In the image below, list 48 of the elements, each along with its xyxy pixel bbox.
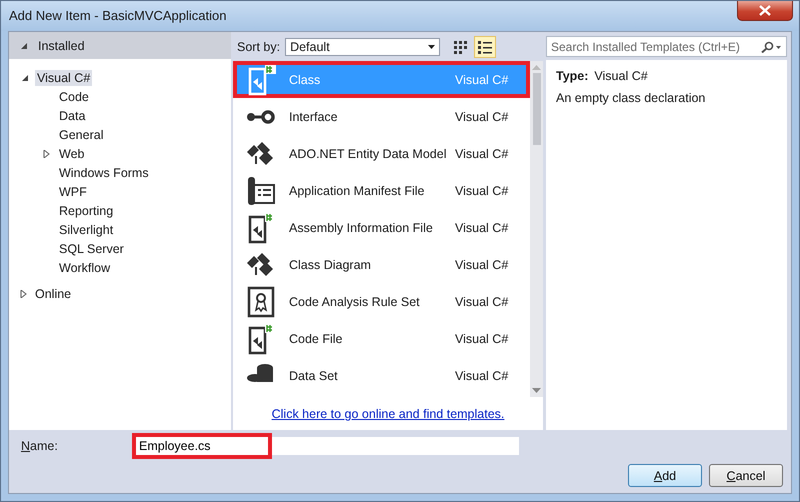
- search-field[interactable]: Search Installed Templates (Ctrl+E): [546, 36, 787, 57]
- scrollbar[interactable]: [530, 61, 543, 397]
- grid-icon: [453, 40, 468, 54]
- add-button[interactable]: Add: [628, 464, 702, 487]
- close-icon: [759, 5, 771, 16]
- template-item[interactable]: ADO.NET Entity Data Model Visual C#: [233, 135, 530, 172]
- cancel-button[interactable]: Cancel: [709, 464, 783, 487]
- template-item[interactable]: Assembly Information File Visual C#: [233, 209, 530, 246]
- expander-icon[interactable]: [21, 74, 29, 82]
- expander-icon[interactable]: [42, 150, 50, 158]
- sort-label: Sort by:: [237, 40, 280, 54]
- template-item[interactable]: Code Analysis Rule Set Visual C#: [233, 283, 530, 320]
- scroll-down-icon[interactable]: [532, 388, 541, 393]
- tree-item[interactable]: Windows Forms: [57, 164, 151, 180]
- tree-item[interactable]: Online: [33, 286, 74, 302]
- type-label: Type:: [556, 69, 588, 83]
- tree-item[interactable]: Silverlight: [57, 222, 116, 238]
- tree-item[interactable]: Workflow: [57, 260, 112, 276]
- template-item[interactable]: Code File Visual C#: [233, 320, 530, 357]
- ribbon-icon: [245, 286, 277, 318]
- template-item[interactable]: Application Manifest File Visual C#: [233, 172, 530, 209]
- template-description: An empty class declaration: [556, 91, 706, 105]
- installed-header[interactable]: Installed: [9, 32, 231, 59]
- search-icon: [760, 40, 782, 52]
- type-value: Visual C#: [594, 69, 648, 83]
- template-item[interactable]: Data Set Visual C#: [233, 357, 530, 394]
- list-icon: [478, 40, 492, 54]
- tree-item[interactable]: Reporting: [57, 202, 116, 218]
- scroll-thumb[interactable]: [532, 73, 540, 145]
- tree-item[interactable]: Code: [57, 88, 91, 104]
- window-title: Add New Item - BasicMVCApplication: [9, 8, 226, 23]
- template-item[interactable]: Class Diagram Visual C#: [233, 246, 530, 283]
- name-field[interactable]: Employee.cs: [135, 437, 519, 455]
- expander-icon[interactable]: [19, 290, 27, 298]
- tree-item[interactable]: Web: [57, 146, 86, 162]
- close-button[interactable]: [737, 1, 793, 21]
- tree-item[interactable]: General: [57, 126, 106, 142]
- name-label: Name:: [21, 439, 59, 453]
- sort-dropdown[interactable]: Default: [285, 38, 440, 56]
- tree-item[interactable]: Visual C#: [35, 70, 92, 86]
- expander-icon: [20, 42, 28, 50]
- tree-item[interactable]: Data: [57, 108, 88, 124]
- dropdown-arrow-icon: [428, 44, 436, 48]
- tree-item[interactable]: SQL Server: [57, 240, 126, 256]
- manifest-icon: [245, 174, 277, 206]
- tree-item[interactable]: WPF: [57, 184, 89, 200]
- template-item[interactable]: Interface Visual C#: [233, 98, 530, 135]
- list-view-button[interactable]: [474, 36, 496, 58]
